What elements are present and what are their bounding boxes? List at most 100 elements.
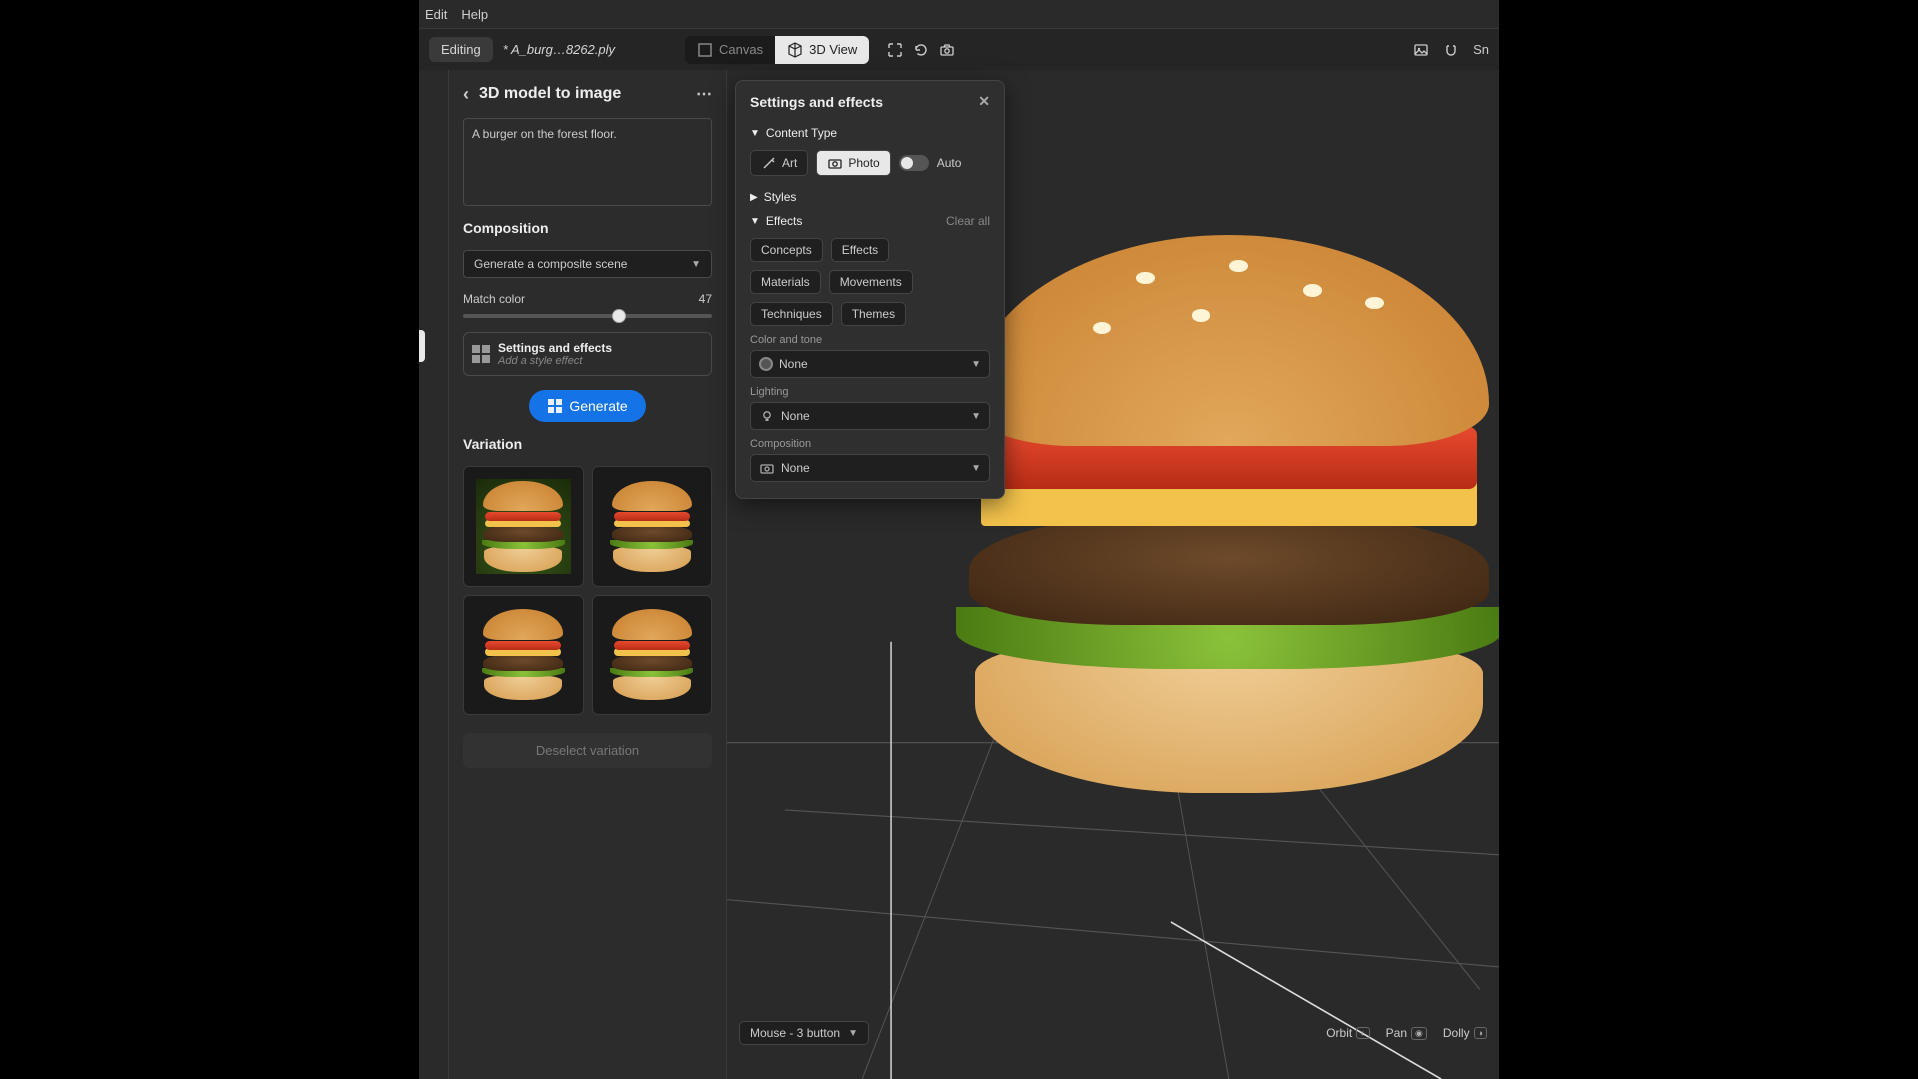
match-color-label: Match color xyxy=(463,292,525,306)
chevron-right-icon: ▶ xyxy=(750,192,758,203)
snap-icon[interactable] xyxy=(1443,42,1459,58)
tag-movements[interactable]: Movements xyxy=(829,270,913,294)
settings-effects-card[interactable]: Settings and effects Add a style effect xyxy=(463,332,712,376)
orbit-indicator: Orbit ◐ xyxy=(1326,1026,1369,1040)
match-color-slider[interactable] xyxy=(463,314,712,318)
mode-pill[interactable]: Editing xyxy=(429,37,493,62)
slider-thumb[interactable] xyxy=(612,309,626,323)
tag-materials[interactable]: Materials xyxy=(750,270,821,294)
auto-toggle[interactable] xyxy=(899,155,929,171)
panel-more-icon[interactable]: ⋯ xyxy=(696,84,712,104)
mouse-middle-icon: ◉ xyxy=(1411,1027,1427,1040)
grid-icon xyxy=(472,345,490,363)
view-3d-label: 3D View xyxy=(809,42,857,57)
effects-label: Effects xyxy=(766,214,802,228)
chevron-down-icon: ▼ xyxy=(971,359,981,370)
mouse-right-icon: ◑ xyxy=(1474,1027,1487,1039)
variation-grid xyxy=(463,466,712,715)
side-panel: ‹ 3D model to image ⋯ A burger on the fo… xyxy=(449,70,727,1079)
auto-label: Auto xyxy=(937,156,962,170)
variation-thumb-1[interactable] xyxy=(463,466,584,587)
settings-effects-panel-title: Settings and effects xyxy=(750,94,883,110)
styles-label: Styles xyxy=(764,190,797,204)
tag-techniques[interactable]: Techniques xyxy=(750,302,833,326)
view-toggle-group: Canvas 3D View xyxy=(685,36,869,64)
chevron-down-icon: ▼ xyxy=(691,259,701,270)
color-tone-select[interactable]: None ▼ xyxy=(750,350,990,378)
art-label: Art xyxy=(782,156,797,170)
settings-effects-card-hint: Add a style effect xyxy=(498,355,612,367)
variation-thumb-4[interactable] xyxy=(592,595,713,716)
toolbar-right: Sn xyxy=(1413,42,1489,58)
chevron-down-icon: ▼ xyxy=(971,463,981,474)
bulb-icon xyxy=(759,408,775,424)
panel-header: ‹ 3D model to image ⋯ xyxy=(463,84,712,104)
menu-help[interactable]: Help xyxy=(461,7,488,22)
chevron-down-icon: ▼ xyxy=(750,128,760,139)
content-type-group: Art Photo Auto xyxy=(750,150,990,176)
lighting-select[interactable]: None ▼ xyxy=(750,402,990,430)
tag-concepts[interactable]: Concepts xyxy=(750,238,823,262)
tag-themes[interactable]: Themes xyxy=(841,302,906,326)
generate-label: Generate xyxy=(569,398,627,414)
canvas-icon xyxy=(697,42,713,58)
toggle-knob xyxy=(901,157,913,169)
lighting-label: Lighting xyxy=(750,386,990,398)
image-icon[interactable] xyxy=(1413,42,1429,58)
composition-value-fp: None xyxy=(781,461,810,475)
dolly-indicator: Dolly ◑ xyxy=(1443,1026,1487,1040)
variation-section-title: Variation xyxy=(463,436,712,452)
snap-label: Sn xyxy=(1473,42,1489,57)
left-rail xyxy=(419,70,449,1079)
color-tone-value: None xyxy=(779,357,808,371)
pan-indicator: Pan ◉ xyxy=(1386,1026,1427,1040)
composition-section-title: Composition xyxy=(463,220,712,236)
content-type-art-button[interactable]: Art xyxy=(750,150,808,176)
expand-icon[interactable] xyxy=(887,42,903,58)
panel-title: 3D model to image xyxy=(479,85,621,103)
styles-header[interactable]: ▶ Styles xyxy=(750,190,990,204)
effects-header[interactable]: ▼ Effects Clear all xyxy=(750,214,990,228)
close-icon[interactable]: ✕ xyxy=(978,93,990,110)
cube-icon xyxy=(787,42,803,58)
composition-label: Composition xyxy=(750,438,990,450)
deselect-variation-button[interactable]: Deselect variation xyxy=(463,733,712,768)
variation-thumb-2[interactable] xyxy=(592,466,713,587)
menu-edit[interactable]: Edit xyxy=(425,7,447,22)
mouse-mode-select[interactable]: Mouse - 3 button ▼ xyxy=(739,1021,869,1045)
view-canvas-button[interactable]: Canvas xyxy=(685,36,775,64)
refresh-icon[interactable] xyxy=(913,42,929,58)
app-window: Edit Help Editing * A_burg…8262.ply Canv… xyxy=(419,0,1499,1079)
view-3d-button[interactable]: 3D View xyxy=(775,36,869,64)
palette-icon xyxy=(759,357,773,371)
active-tool-indicator[interactable] xyxy=(419,330,425,362)
menubar: Edit Help xyxy=(419,0,1499,28)
back-button[interactable]: ‹ xyxy=(463,85,469,103)
composition-select-fp[interactable]: None ▼ xyxy=(750,454,990,482)
composition-select[interactable]: Generate a composite scene ▼ xyxy=(463,250,712,278)
match-color-value: 47 xyxy=(699,292,712,306)
settings-effects-card-title: Settings and effects xyxy=(498,341,612,355)
clear-all-button[interactable]: Clear all xyxy=(946,214,990,228)
model-preview-burger xyxy=(919,210,1499,830)
mouse-mode-value: Mouse - 3 button xyxy=(750,1026,840,1040)
color-tone-label: Color and tone xyxy=(750,334,990,346)
content-type-photo-button[interactable]: Photo xyxy=(816,150,890,176)
view-canvas-label: Canvas xyxy=(719,42,763,57)
lighting-value: None xyxy=(781,409,810,423)
prompt-textarea[interactable]: A burger on the forest floor. xyxy=(463,118,712,206)
variation-thumb-3[interactable] xyxy=(463,595,584,716)
chevron-down-icon: ▼ xyxy=(750,216,760,227)
camera-icon xyxy=(827,155,843,171)
content-type-header[interactable]: ▼ Content Type xyxy=(750,126,990,140)
tag-effects[interactable]: Effects xyxy=(831,238,889,262)
chevron-down-icon: ▼ xyxy=(971,411,981,422)
document-filename: * A_burg…8262.ply xyxy=(503,42,615,57)
composition-select-value: Generate a composite scene xyxy=(474,257,627,271)
camera-icon xyxy=(759,460,775,476)
camera-icon[interactable] xyxy=(939,42,955,58)
viewport-statusbar: Mouse - 3 button ▼ Orbit ◐ Pan ◉ Dolly ◑ xyxy=(727,1017,1499,1049)
generate-icon xyxy=(547,398,563,414)
photo-label: Photo xyxy=(848,156,879,170)
generate-button[interactable]: Generate xyxy=(529,390,645,422)
